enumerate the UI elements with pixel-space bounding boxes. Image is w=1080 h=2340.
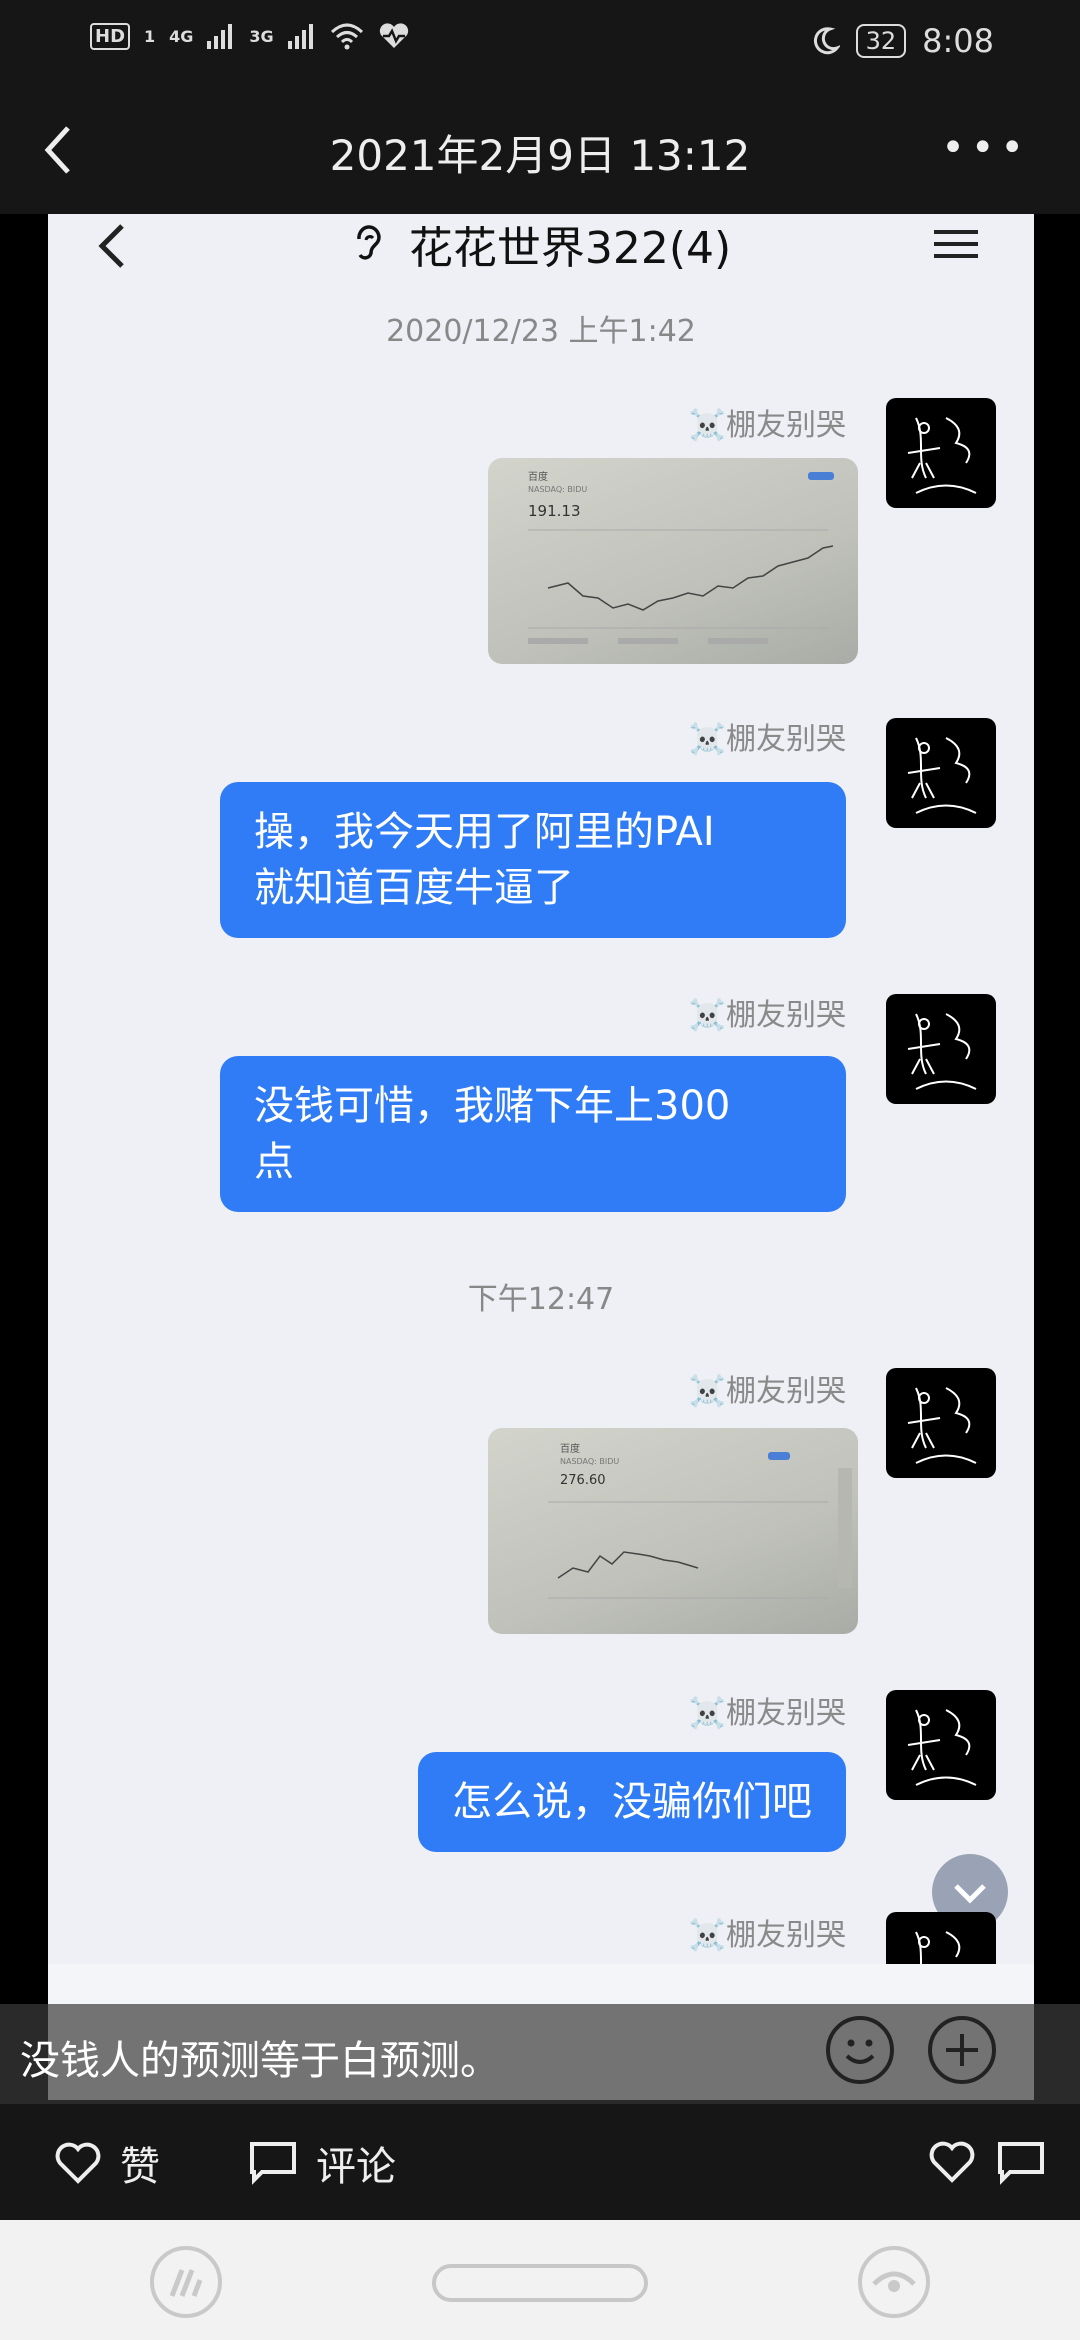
emoji-icon (826, 2016, 894, 2084)
menu-icon (934, 230, 978, 260)
message-line: 就知道百度牛逼了 (254, 865, 574, 911)
app-nav-icon[interactable] (150, 2246, 222, 2318)
chat-bubble[interactable]: 怎么说，没骗你们吧 (418, 1752, 846, 1852)
more-dots-icon[interactable]: ••• (941, 128, 1030, 168)
like-label: 赞 (120, 2144, 160, 2190)
comment-button[interactable]: 评论 (248, 2134, 396, 2192)
chat-header: 花花世界322(4) (48, 214, 1034, 274)
system-nav-bar (0, 2220, 1080, 2340)
image-stock-price: 191.13 (528, 502, 581, 520)
message-line: 点 (254, 1139, 294, 1185)
heart-rate-icon (379, 23, 408, 48)
post-header: 2021年2月9日 13:12 ••• (0, 82, 1080, 214)
sim-index: 1 (144, 26, 156, 46)
sender-name: ☠️棚友别哭 (688, 1918, 846, 1953)
wifi-icon (330, 23, 363, 50)
stock-chart-image-message[interactable]: 百度 NASDAQ: BIDU 191.13 (488, 458, 858, 664)
message-line: 没钱可惜，我赌下年上300 (254, 1083, 731, 1129)
like-button[interactable]: 赞 (54, 2134, 160, 2192)
sender-name: ☠️棚友别哭 (688, 1696, 846, 1731)
heart-icon[interactable] (928, 2140, 976, 2184)
avatar (886, 398, 996, 508)
comment-icon (250, 2142, 296, 2185)
avatar (886, 718, 996, 828)
image-stock-ticker: NASDAQ: BIDU (528, 485, 587, 494)
eye-icon[interactable] (858, 2246, 930, 2318)
status-time: 8:08 (922, 22, 994, 60)
network-type-2: 3G (249, 26, 274, 46)
status-bar: HD 1 4G 3G 32 8:08 (0, 0, 1080, 82)
signal-icon (287, 24, 313, 49)
image-stock-name: 百度 (560, 1442, 580, 1455)
sender-name: ☠️棚友别哭 (688, 408, 846, 443)
post-caption-bar: 没钱人的预测等于白预测。 (0, 2004, 1080, 2104)
sender-name: ☠️棚友别哭 (688, 722, 846, 757)
avatar (886, 1368, 996, 1478)
comment-icon[interactable] (996, 2140, 1046, 2186)
moon-icon (813, 27, 840, 55)
image-stock-price: 276.60 (560, 1473, 606, 1488)
chat-bubble[interactable]: 操，我今天用了阿里的PAI 就知道百度牛逼了 (220, 782, 846, 938)
chat-group-title: 花花世界322(4) (408, 223, 732, 274)
hd-badge: HD (90, 22, 131, 50)
battery-level: 32 (855, 24, 907, 58)
image-stock-ticker: NASDAQ: BIDU (560, 1457, 619, 1466)
chat-screenshot: 花花世界322(4) 2020/12/23 上午1:42 ☠️棚友别哭 百度 N… (48, 214, 1034, 2100)
comment-label: 评论 (316, 2144, 396, 2190)
ear-icon (357, 225, 381, 260)
chat-bubble[interactable]: 没钱可惜，我赌下年上300 点 (220, 1056, 846, 1212)
home-gesture-bar[interactable] (432, 2264, 648, 2302)
post-actions: 赞 评论 (0, 2104, 1080, 2220)
plus-icon (928, 2016, 996, 2084)
post-caption: 没钱人的预测等于白预测。 (20, 2038, 500, 2084)
signal-icon (207, 24, 233, 49)
post-date-title: 2021年2月9日 13:12 (329, 131, 751, 180)
sender-name: ☠️棚友别哭 (688, 998, 846, 1033)
heart-icon (55, 2142, 101, 2184)
stock-chart-image-message[interactable]: 百度 NASDAQ: BIDU 276.60 (488, 1428, 858, 1634)
message-line: 怎么说，没骗你们吧 (452, 1779, 812, 1825)
image-stock-name: 百度 (528, 470, 548, 483)
message-line: 操，我今天用了阿里的PAI (254, 809, 715, 855)
chat-timestamp: 下午12:47 (467, 1282, 615, 1317)
avatar (886, 994, 996, 1104)
sender-name: ☠️棚友别哭 (688, 1374, 846, 1409)
avatar (886, 1690, 996, 1800)
chat-timestamp: 2020/12/23 上午1:42 (386, 314, 696, 349)
network-type-1: 4G (169, 26, 194, 46)
